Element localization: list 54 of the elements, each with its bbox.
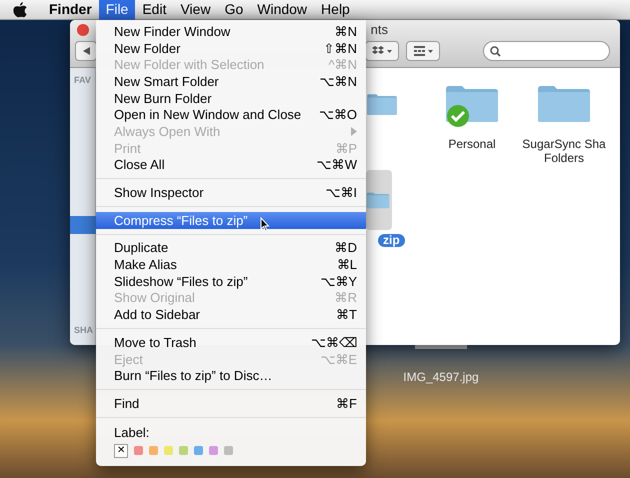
menu-item[interactable]: Show Inspector ⌥⌘I	[96, 184, 366, 201]
back-arrow-icon	[82, 47, 90, 55]
label-swatch[interactable]	[149, 446, 158, 456]
label-swatch[interactable]	[194, 446, 203, 456]
search-icon	[490, 46, 501, 56]
label-swatch[interactable]	[224, 446, 233, 456]
label-swatch[interactable]	[179, 446, 188, 456]
menu-item[interactable]: Find ⌘F	[96, 395, 366, 412]
menu-item[interactable]: New Burn Folder	[96, 90, 366, 106]
submenu-arrow-icon	[351, 126, 357, 136]
menu-item[interactable]: Open in New Window and Close ⌥⌘O	[96, 106, 366, 124]
menu-bar-item[interactable]: Edit	[135, 0, 174, 20]
app-menu[interactable]: Finder	[42, 0, 99, 20]
close-button[interactable]	[77, 24, 89, 36]
menu-item[interactable]: New Smart Folder ⌥⌘N	[96, 73, 366, 90]
grid-icon	[414, 46, 424, 56]
image-thumbnail[interactable]	[415, 345, 467, 349]
menu-item[interactable]: New Finder Window ⌘N	[96, 23, 366, 40]
search-field[interactable]	[483, 41, 610, 61]
menu-bar-item[interactable]: Help	[314, 0, 357, 20]
label-swatch[interactable]	[164, 446, 173, 456]
menu-item[interactable]: Close All ⌥⌘W	[96, 156, 366, 174]
arrange-button[interactable]	[406, 41, 440, 61]
back-button[interactable]	[75, 41, 97, 61]
sidebar-item[interactable]	[70, 216, 96, 234]
mouse-pointer-icon	[260, 216, 270, 232]
menu-item[interactable]: Burn “Files to zip” to Disc…	[96, 367, 366, 384]
menu-bar-item[interactable]: View	[173, 0, 218, 20]
label-heading: Label:	[114, 424, 150, 441]
sidebar-heading: SHA	[74, 324, 94, 336]
file-name[interactable]: IMG_4597.jpg	[403, 368, 479, 386]
folder-name[interactable]: zip	[378, 234, 405, 247]
folder-name[interactable]: Personal	[448, 137, 496, 151]
window-title: nts	[370, 21, 388, 40]
menu-item[interactable]: New Folder ⇧⌘N	[96, 40, 366, 56]
no-label-swatch[interactable]: ✕	[114, 444, 128, 458]
sidebar-heading: FAV	[74, 74, 92, 87]
label-swatch[interactable]	[209, 446, 218, 456]
apple-logo-icon[interactable]	[12, 1, 28, 18]
menu-item[interactable]: Slideshow “Files to zip” ⌥⌘Y	[96, 272, 366, 290]
menu-item[interactable]: Add to Sidebar ⌘T	[96, 306, 366, 323]
menu-item[interactable]: Move to Trash ⌥⌘⌫	[96, 334, 366, 351]
menu-bar-item[interactable]: File	[98, 0, 136, 20]
dropbox-button[interactable]	[365, 41, 399, 61]
menu-item[interactable]: Make Alias ⌘L	[96, 256, 366, 273]
menu-bar-item[interactable]: Go	[218, 0, 250, 20]
label-swatch[interactable]	[134, 446, 143, 456]
folder-name[interactable]: SugarSync Sha Folders	[522, 137, 606, 165]
menu-item[interactable]: Compress “Files to zip”	[96, 212, 366, 229]
dropbox-icon	[372, 46, 384, 56]
menu-item[interactable]: Duplicate ⌘D	[96, 240, 366, 256]
caret-icon	[428, 50, 432, 52]
caret-icon	[387, 50, 392, 52]
menu-bar-item[interactable]: Window	[250, 0, 314, 20]
